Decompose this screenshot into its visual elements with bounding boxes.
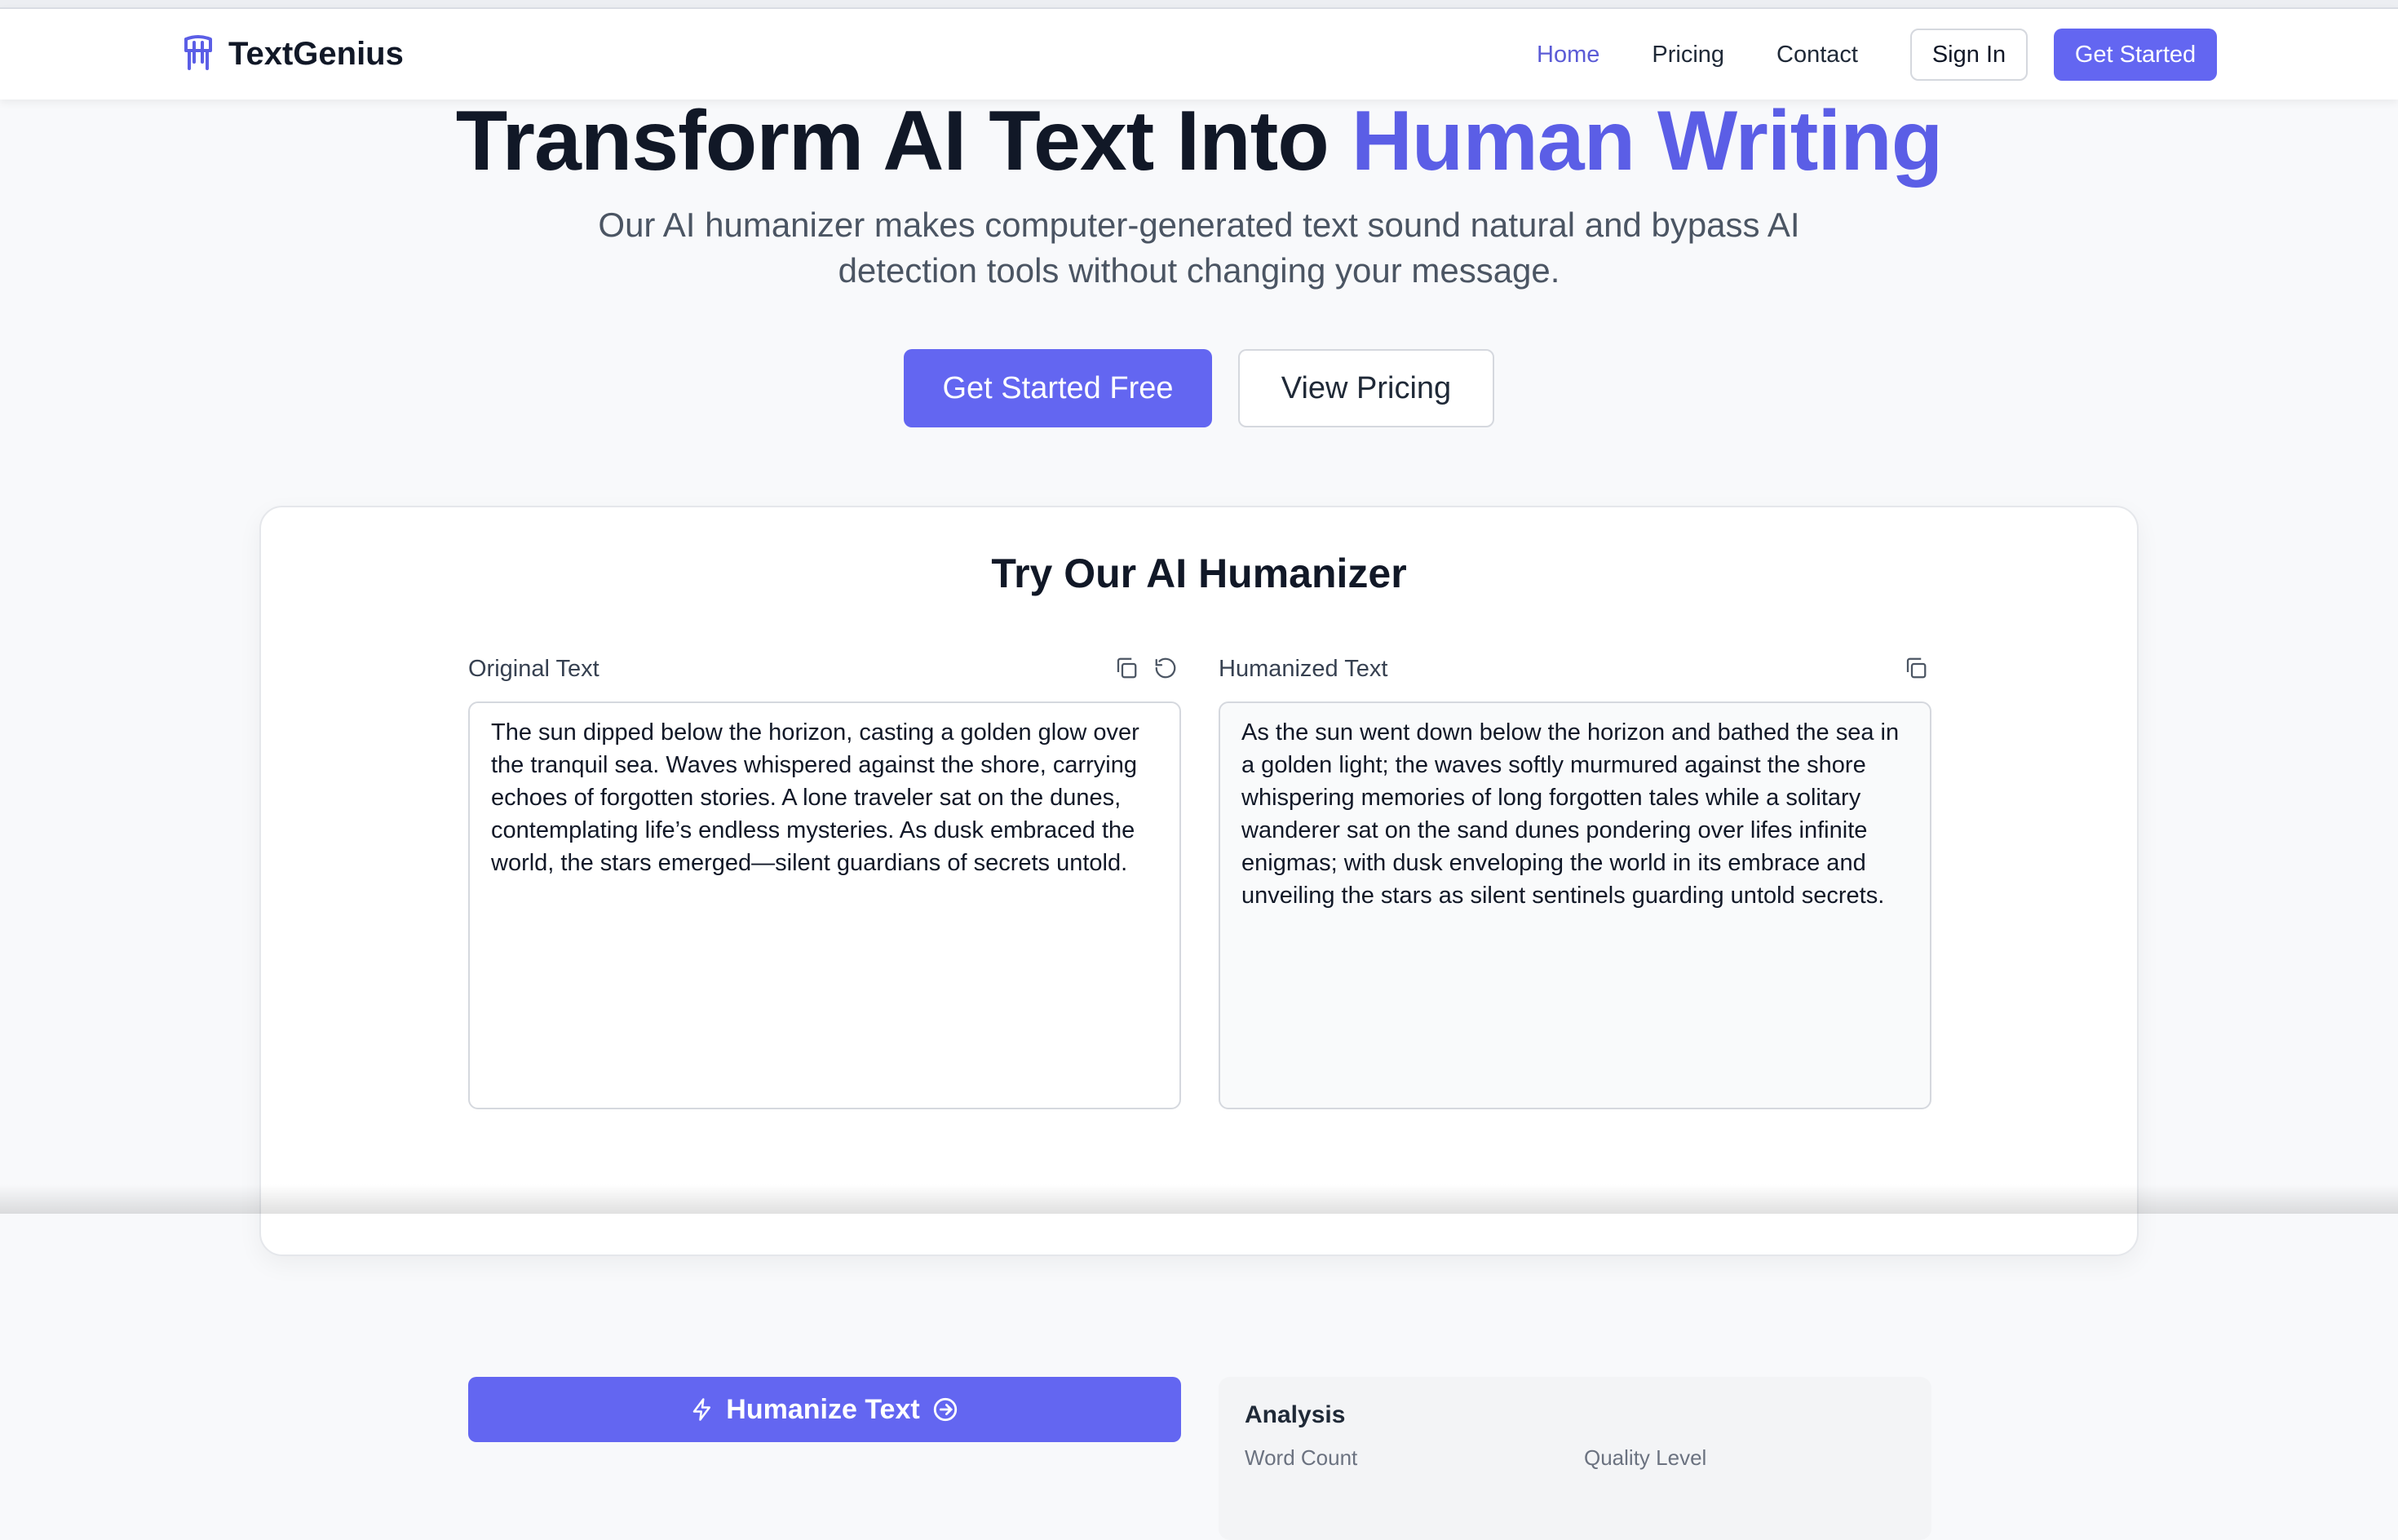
get-started-free-button[interactable]: Get Started Free: [904, 349, 1212, 427]
analysis-panel: Analysis Word Count Quality Level: [1219, 1377, 1931, 1540]
copy-output-icon[interactable]: [1900, 653, 1931, 684]
main-nav: Home Pricing Contact Sign In Get Started: [1537, 29, 2217, 81]
hero-subtitle: Our AI humanizer makes computer-generate…: [598, 206, 1800, 290]
arrow-circle-icon: [933, 1397, 957, 1422]
humanizer-card: Try Our AI Humanizer Original Text The s…: [259, 506, 2139, 1540]
hero-title-accent: Human Writing: [1351, 94, 1944, 188]
nav-contact[interactable]: Contact: [1776, 42, 1858, 69]
site-header: TextGenius Home Pricing Contact Sign In …: [0, 7, 2398, 100]
view-pricing-button[interactable]: View Pricing: [1238, 349, 1494, 427]
window-top-strip: [0, 0, 2398, 7]
humanizer-title: Try Our AI Humanizer: [991, 551, 1407, 596]
word-count-label: Word Count: [1245, 1445, 1358, 1470]
lightning-icon: [693, 1398, 711, 1421]
humanize-text-button[interactable]: Humanize Text: [468, 1377, 1181, 1442]
brand[interactable]: TextGenius: [181, 32, 404, 76]
reset-icon[interactable]: [1150, 653, 1181, 684]
humanized-text-label: Humanized Text: [1219, 656, 1388, 682]
hero-title-plain: Transform AI Text Into: [455, 94, 1352, 188]
window-bottom-shadow: [0, 1184, 2398, 1214]
brand-name: TextGenius: [228, 35, 404, 72]
humanized-text-output[interactable]: As the sun went down below the horizon a…: [1219, 701, 1931, 1109]
nav-pricing[interactable]: Pricing: [1652, 42, 1724, 69]
original-text-input[interactable]: The sun dipped below the horizon, castin…: [468, 701, 1181, 1109]
get-started-button[interactable]: Get Started: [2054, 29, 2217, 81]
humanized-pane: Humanized Text As the sun went down belo…: [1219, 653, 1931, 1109]
nav-home[interactable]: Home: [1537, 42, 1599, 69]
original-text-label: Original Text: [468, 656, 600, 682]
humanize-text-label: Humanize Text: [726, 1393, 920, 1425]
sign-in-button[interactable]: Sign In: [1910, 29, 2028, 81]
analysis-title: Analysis: [1245, 1401, 1346, 1428]
copy-icon[interactable]: [1111, 653, 1142, 684]
hero-title: Transform AI Text Into Human Writing: [0, 91, 2398, 191]
original-pane: Original Text The sun dipped below the h…: [468, 653, 1181, 1109]
hero-actions: Get Started Free View Pricing: [904, 349, 1494, 427]
brand-logo-icon: [184, 35, 212, 70]
quality-level-label: Quality Level: [1584, 1445, 1707, 1470]
